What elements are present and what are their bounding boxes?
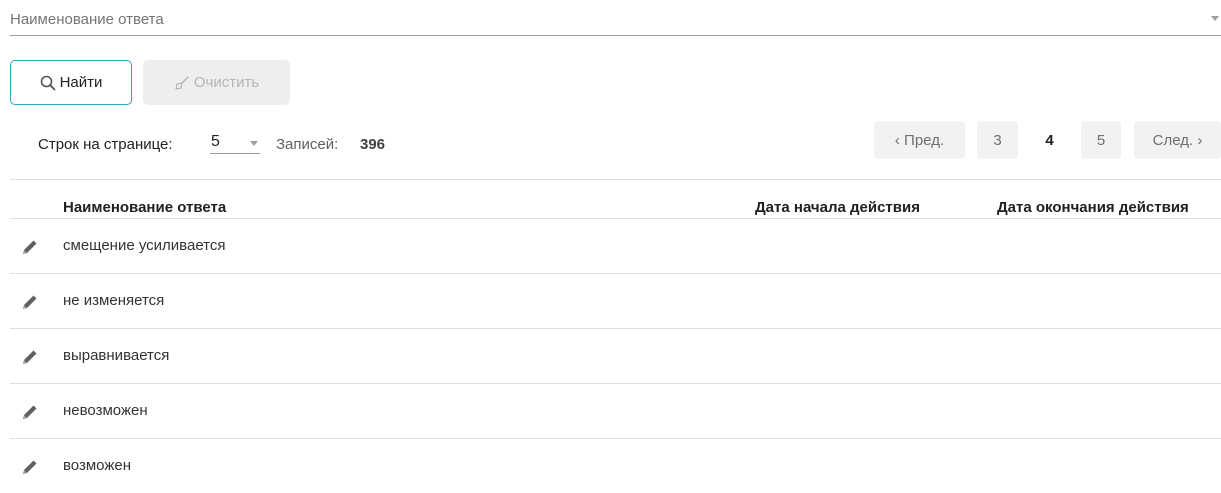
pager-next-label: След. › [1152, 131, 1203, 149]
row-name: выравнивается [63, 347, 170, 364]
find-button[interactable]: Найти [10, 60, 132, 105]
clear-button-label: Очистить [193, 74, 260, 91]
column-header-name[interactable]: Наименование ответа [63, 199, 226, 216]
table-divider [10, 179, 1221, 180]
table-row[interactable]: невозможен [10, 383, 1221, 438]
rows-per-page-select[interactable]: 5 [210, 130, 260, 154]
pager-prev-label: ‹ Пред. [894, 131, 945, 149]
records-count: 396 [360, 136, 386, 153]
row-name: возможен [63, 457, 131, 474]
answer-name-input[interactable] [10, 8, 1190, 30]
row-name: невозможен [63, 402, 148, 419]
pencil-icon[interactable] [20, 457, 40, 477]
pager-next-button[interactable]: След. › [1134, 121, 1221, 159]
clear-button[interactable]: Очистить [143, 60, 290, 105]
pager-page-label: 3 [993, 131, 1002, 149]
pencil-icon[interactable] [20, 402, 40, 422]
column-header-end-date[interactable]: Дата окончания действия [997, 199, 1189, 216]
chevron-down-icon [250, 141, 258, 146]
row-name: смещение усиливается [63, 237, 226, 254]
table-row[interactable]: смещение усиливается [10, 218, 1221, 273]
records-label: Записей: [276, 136, 339, 153]
broom-icon [174, 75, 190, 91]
rows-per-page-label: Строк на странице: [38, 136, 173, 153]
pager-page-5[interactable]: 5 [1081, 121, 1121, 159]
pager-page-4-current[interactable]: 4 [1029, 121, 1070, 159]
search-icon [40, 75, 56, 91]
table-row[interactable]: не изменяется [10, 273, 1221, 328]
find-button-label: Найти [59, 74, 103, 91]
chevron-down-icon[interactable] [1211, 16, 1219, 21]
pager-page-3[interactable]: 3 [977, 121, 1018, 159]
pencil-icon[interactable] [20, 237, 40, 257]
rows-per-page-value: 5 [211, 133, 220, 150]
table-row[interactable]: возможен [10, 438, 1221, 493]
column-header-start-date[interactable]: Дата начала действия [755, 199, 920, 216]
pager-page-label: 4 [1045, 131, 1054, 149]
pager-page-label: 5 [1096, 131, 1106, 149]
pencil-icon[interactable] [20, 347, 40, 367]
pager-prev-button[interactable]: ‹ Пред. [874, 121, 965, 159]
pencil-icon[interactable] [20, 292, 40, 312]
table-row[interactable]: выравнивается [10, 328, 1221, 383]
row-name: не изменяется [63, 292, 165, 309]
answer-name-field[interactable] [10, 0, 1221, 36]
